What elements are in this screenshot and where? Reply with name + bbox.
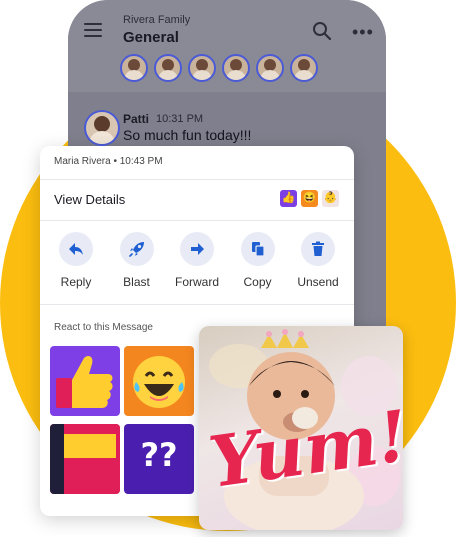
reaction-question[interactable]: ?? [124,424,194,494]
reaction-summary[interactable]: 👍 😆 👶 [280,190,339,207]
reaction-flag[interactable] [50,424,120,494]
unsend-label: Unsend [297,275,339,289]
action-row: Reply Blast Forward Copy Unsend [40,232,354,289]
laughing-face-icon: 😆 [301,190,318,207]
trash-icon [301,232,335,266]
message-time: 10:31 PM [156,113,204,125]
member-avatars [120,54,318,82]
channel-header: Rivera Family General ••• [68,0,386,92]
family-name: Rivera Family [123,14,191,26]
reply-button[interactable]: Reply [46,232,106,289]
copy-button[interactable]: Copy [228,232,288,289]
forward-arrow-icon [180,232,214,266]
forward-label: Forward [174,275,219,289]
copy-label: Copy [243,275,272,289]
channel-title: General [123,29,179,46]
avatar[interactable] [290,54,318,82]
blast-label: Blast [123,275,150,289]
copy-icon [240,232,275,266]
divider [40,304,354,305]
avatar[interactable] [188,54,216,82]
avatar[interactable] [120,54,148,82]
message-text: So much fun today!!! [123,127,252,143]
photo-thumbnail-icon: 👶 [322,190,339,207]
sender-name: Patti [123,112,150,126]
question-marks-text: ?? [140,436,178,474]
thumbs-up-icon [56,356,113,408]
hamburger-menu-icon[interactable] [84,23,102,41]
flag-sticker-icon [50,424,120,494]
thumbs-up-icon: 👍 [280,190,297,207]
reply-label: Reply [60,275,92,289]
more-options-icon[interactable]: ••• [352,22,374,43]
rocket-icon [119,232,154,266]
view-details-link[interactable]: View Details [54,192,125,207]
sender-avatar[interactable] [84,110,120,146]
laughing-face-icon [133,356,185,408]
avatar[interactable] [222,54,250,82]
blast-button[interactable]: Blast [107,232,167,289]
avatar[interactable] [256,54,284,82]
forward-button[interactable]: Forward [167,232,227,289]
baby-photo-sticker[interactable]: Yum! [199,326,403,530]
search-icon[interactable] [312,21,332,46]
reply-arrow-icon [59,232,93,266]
message-meta: Maria Rivera • 10:43 PM [54,156,163,167]
unsend-button[interactable]: Unsend [288,232,348,289]
reaction-laughing[interactable] [124,346,194,416]
divider [40,179,354,180]
avatar[interactable] [154,54,182,82]
reaction-thumbs-up[interactable] [50,346,120,416]
react-section-title: React to this Message [54,322,153,333]
divider [40,220,354,221]
